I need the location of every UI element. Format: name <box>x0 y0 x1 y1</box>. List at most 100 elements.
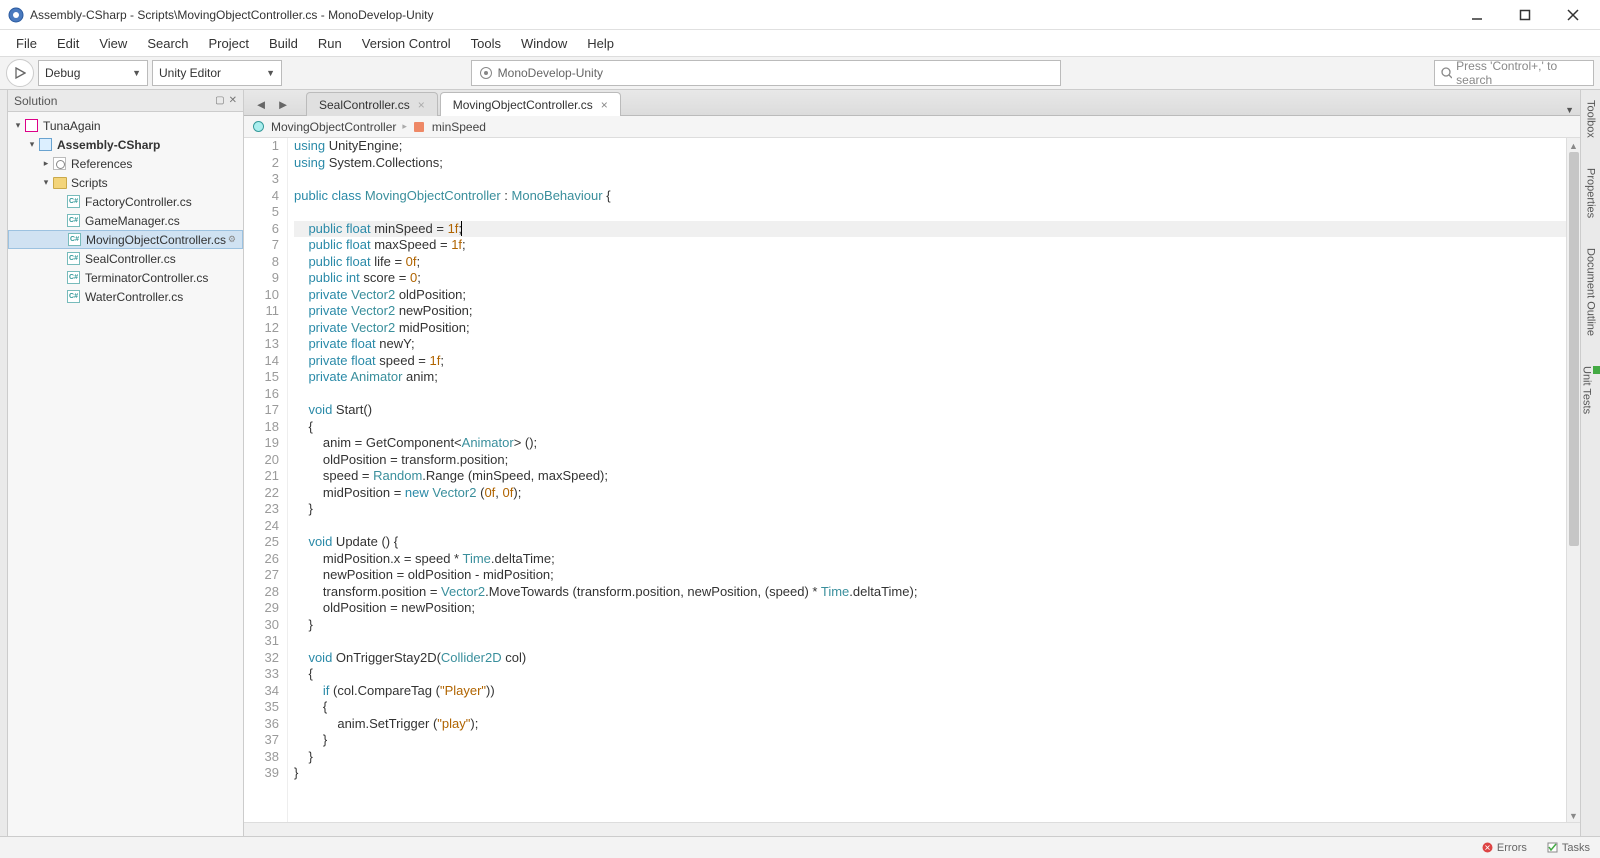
tree-references[interactable]: ▸ References <box>8 154 243 173</box>
code-line[interactable]: speed = Random.Range (minSpeed, maxSpeed… <box>294 468 1566 485</box>
right-panel-unit-tests[interactable]: Unit Tests <box>1581 362 1600 418</box>
code-line[interactable]: { <box>294 666 1566 683</box>
menu-help[interactable]: Help <box>577 32 624 55</box>
tab-close-icon[interactable]: × <box>418 98 425 112</box>
tab-active[interactable]: MovingObjectController.cs × <box>440 92 621 116</box>
tab-overflow-dropdown[interactable]: ▼ <box>1565 105 1574 115</box>
code-line[interactable]: oldPosition = transform.position; <box>294 452 1566 469</box>
tab-close-icon[interactable]: × <box>601 98 608 112</box>
right-panel-toolbox[interactable]: Toolbox <box>1585 96 1597 142</box>
code-line[interactable]: if (col.CompareTag ("Player")) <box>294 683 1566 700</box>
code-editor[interactable]: 1234567891011121314151617181920212223242… <box>244 138 1580 822</box>
menu-view[interactable]: View <box>89 32 137 55</box>
code-line[interactable]: private Vector2 midPosition; <box>294 320 1566 337</box>
code-line[interactable]: using UnityEngine; <box>294 138 1566 155</box>
code-line[interactable]: public int score = 0; <box>294 270 1566 287</box>
status-errors-label: Errors <box>1497 842 1527 854</box>
code-line[interactable] <box>294 171 1566 188</box>
close-button[interactable] <box>1558 5 1588 25</box>
menu-version-control[interactable]: Version Control <box>352 32 461 55</box>
minimize-button[interactable] <box>1462 5 1492 25</box>
code-line[interactable]: private float newY; <box>294 336 1566 353</box>
center-search-field[interactable]: MonoDevelop-Unity <box>471 60 1061 86</box>
breadcrumb-member[interactable]: minSpeed <box>432 120 486 134</box>
horizontal-scrollbar[interactable] <box>244 822 1580 836</box>
code-line[interactable]: } <box>294 732 1566 749</box>
expander-icon[interactable]: ▾ <box>12 120 24 131</box>
code-line[interactable]: } <box>294 765 1566 782</box>
code-line[interactable]: newPosition = oldPosition - midPosition; <box>294 567 1566 584</box>
code-line[interactable] <box>294 633 1566 650</box>
code-line[interactable]: public class MovingObjectController : Mo… <box>294 188 1566 205</box>
menu-search[interactable]: Search <box>137 32 198 55</box>
scroll-down-icon[interactable]: ▼ <box>1569 808 1578 822</box>
code-body[interactable]: using UnityEngine;using System.Collectio… <box>288 138 1566 822</box>
expander-icon[interactable]: ▸ <box>40 158 52 169</box>
tree-project[interactable]: ▾ Assembly-CSharp <box>8 135 243 154</box>
tab-inactive[interactable]: SealController.cs × <box>306 92 438 116</box>
target-dropdown[interactable]: Unity Editor ▼ <box>152 60 282 86</box>
scrollbar-thumb[interactable] <box>1569 152 1579 546</box>
right-panel-document-outline[interactable]: Document Outline <box>1585 244 1597 340</box>
tree-file[interactable]: C#FactoryController.cs <box>8 192 243 211</box>
code-line[interactable]: using System.Collections; <box>294 155 1566 172</box>
status-tasks[interactable]: Tasks <box>1543 842 1594 854</box>
code-line[interactable] <box>294 518 1566 535</box>
code-line[interactable]: { <box>294 699 1566 716</box>
code-line[interactable]: anim = GetComponent<Animator> (); <box>294 435 1566 452</box>
nav-back-button[interactable]: ◄ <box>250 93 272 115</box>
code-line[interactable]: { <box>294 419 1566 436</box>
tree-file[interactable]: C#TerminatorController.cs <box>8 268 243 287</box>
code-line[interactable]: public float life = 0f; <box>294 254 1566 271</box>
expander-icon[interactable]: ▾ <box>40 177 52 188</box>
tree-file[interactable]: C#MovingObjectController.cs⚙ <box>8 230 243 249</box>
pin-icon[interactable]: ▢ <box>215 95 224 106</box>
code-line[interactable] <box>294 386 1566 403</box>
scroll-up-icon[interactable]: ▲ <box>1569 138 1578 152</box>
code-line[interactable]: } <box>294 749 1566 766</box>
code-line[interactable]: anim.SetTrigger ("play"); <box>294 716 1566 733</box>
code-line[interactable]: void Start() <box>294 402 1566 419</box>
status-errors[interactable]: ✕ Errors <box>1478 842 1531 854</box>
tree-file[interactable]: C#GameManager.cs <box>8 211 243 230</box>
menu-window[interactable]: Window <box>511 32 577 55</box>
close-icon[interactable]: ✕ <box>229 95 237 106</box>
nav-forward-button[interactable]: ► <box>272 93 294 115</box>
menu-edit[interactable]: Edit <box>47 32 89 55</box>
menu-tools[interactable]: Tools <box>461 32 511 55</box>
expander-icon[interactable]: ▾ <box>26 139 38 150</box>
breadcrumb-class[interactable]: MovingObjectController <box>271 120 396 134</box>
code-line[interactable]: oldPosition = newPosition; <box>294 600 1566 617</box>
tab-label: MovingObjectController.cs <box>453 98 593 112</box>
menu-build[interactable]: Build <box>259 32 308 55</box>
code-line[interactable]: private Vector2 newPosition; <box>294 303 1566 320</box>
code-line[interactable]: transform.position = Vector2.MoveTowards… <box>294 584 1566 601</box>
tree-file[interactable]: C#WaterController.cs <box>8 287 243 306</box>
code-line[interactable]: private float speed = 1f; <box>294 353 1566 370</box>
solution-icon <box>24 118 39 133</box>
tree-solution-root[interactable]: ▾ TunaAgain <box>8 116 243 135</box>
code-line[interactable]: } <box>294 501 1566 518</box>
global-search-field[interactable]: Press 'Control+,' to search <box>1434 60 1594 86</box>
tree-scripts-folder[interactable]: ▾ Scripts <box>8 173 243 192</box>
menu-run[interactable]: Run <box>308 32 352 55</box>
code-line[interactable]: void OnTriggerStay2D(Collider2D col) <box>294 650 1566 667</box>
code-line[interactable]: private Animator anim; <box>294 369 1566 386</box>
code-line[interactable] <box>294 204 1566 221</box>
vertical-scrollbar[interactable]: ▲ ▼ <box>1566 138 1580 822</box>
maximize-button[interactable] <box>1510 5 1540 25</box>
menu-project[interactable]: Project <box>199 32 259 55</box>
left-collapsed-panel[interactable] <box>0 90 8 836</box>
menu-file[interactable]: File <box>6 32 47 55</box>
code-line[interactable]: public float minSpeed = 1f; <box>294 221 1566 238</box>
code-line[interactable]: private Vector2 oldPosition; <box>294 287 1566 304</box>
tree-file[interactable]: C#SealController.cs <box>8 249 243 268</box>
code-line[interactable]: void Update () { <box>294 534 1566 551</box>
code-line[interactable]: public float maxSpeed = 1f; <box>294 237 1566 254</box>
run-button[interactable] <box>6 59 34 87</box>
right-panel-properties[interactable]: Properties <box>1585 164 1597 222</box>
code-line[interactable]: } <box>294 617 1566 634</box>
code-line[interactable]: midPosition = new Vector2 (0f, 0f); <box>294 485 1566 502</box>
code-line[interactable]: midPosition.x = speed * Time.deltaTime; <box>294 551 1566 568</box>
config-dropdown[interactable]: Debug ▼ <box>38 60 148 86</box>
